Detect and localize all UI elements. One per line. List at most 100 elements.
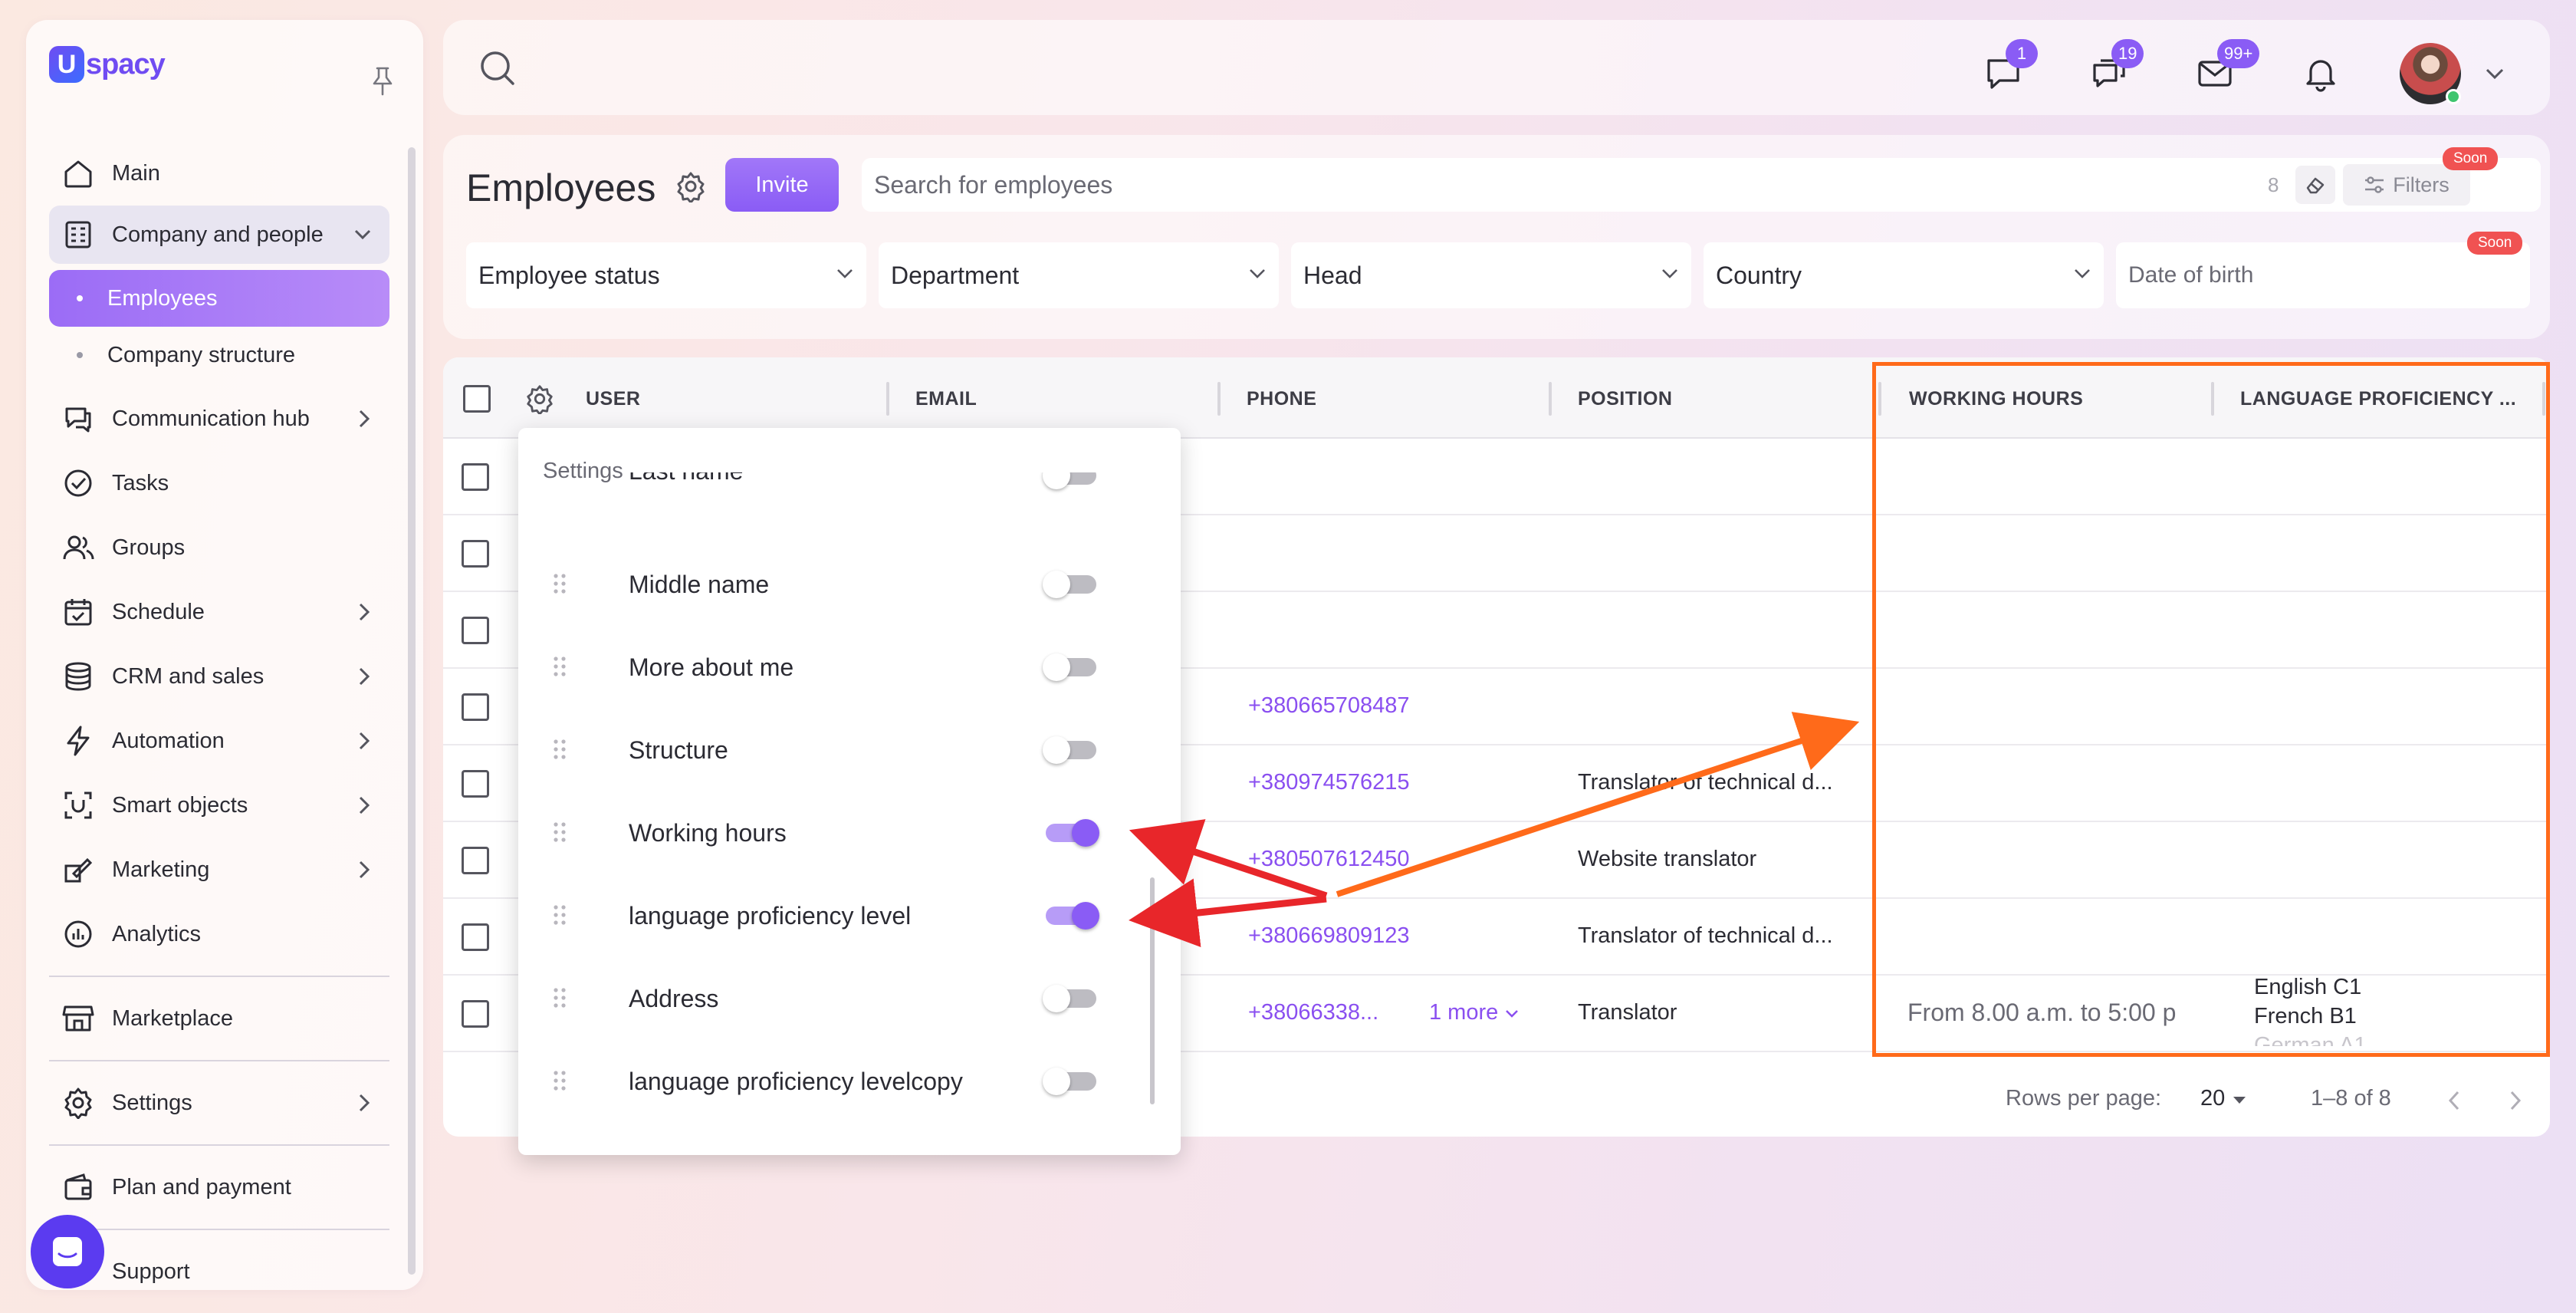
toggle-switch[interactable]: [1046, 902, 1099, 930]
search-icon[interactable]: [477, 48, 518, 89]
setting-row-partial[interactable]: Last name: [518, 472, 1181, 503]
row-checkbox[interactable]: [462, 693, 489, 721]
sidebar-item-company-and-people[interactable]: Company and people: [49, 206, 389, 264]
mail-button[interactable]: 99+: [2196, 39, 2260, 93]
comments-button[interactable]: 19: [2090, 39, 2144, 93]
sidebar-item-plan-and-payment[interactable]: Plan and payment: [49, 1155, 389, 1219]
column-resizer[interactable]: [1549, 382, 1552, 416]
chevron-down-icon: [1506, 1010, 1519, 1018]
column-resizer[interactable]: [886, 382, 889, 416]
drag-handle-icon[interactable]: [552, 738, 567, 761]
phone-cell[interactable]: +380669809123: [1248, 923, 1409, 949]
popover-scrollbar[interactable]: [1150, 877, 1155, 1104]
row-checkbox[interactable]: [462, 1000, 489, 1028]
toggle-switch[interactable]: [1043, 472, 1096, 489]
row-checkbox[interactable]: [462, 770, 489, 798]
column-header-phone[interactable]: PHONE: [1247, 388, 1316, 410]
drag-handle-icon[interactable]: [552, 655, 567, 678]
toggle-knob: [1043, 571, 1070, 598]
gear-icon[interactable]: [675, 170, 707, 202]
setting-row-more-about-me[interactable]: More about me: [518, 626, 1181, 709]
column-header-email[interactable]: EMAIL: [915, 388, 977, 410]
row-checkbox[interactable]: [462, 847, 489, 874]
column-header-working-hours[interactable]: WORKING HOURS: [1909, 388, 2083, 410]
row-checkbox[interactable]: [462, 617, 489, 644]
rows-per-page-select[interactable]: 20: [2200, 1086, 2248, 1111]
chevron-left-icon[interactable]: [2446, 1089, 2463, 1112]
drag-handle-icon[interactable]: [552, 821, 567, 844]
drag-handle-icon[interactable]: [552, 572, 567, 595]
sidebar-item-communication-hub[interactable]: Communication hub: [49, 387, 389, 451]
setting-label: Middle name: [629, 571, 770, 598]
chat-widget-button[interactable]: [31, 1215, 104, 1288]
column-resizer[interactable]: [2542, 382, 2545, 416]
logo-text: spacy: [86, 48, 166, 81]
drag-handle-icon[interactable]: [552, 1069, 567, 1092]
invite-button[interactable]: Invite: [725, 158, 839, 212]
column-resizer[interactable]: [1217, 382, 1221, 416]
setting-row-address[interactable]: Address: [518, 957, 1181, 1040]
head-select[interactable]: Head: [1291, 242, 1691, 308]
row-checkbox[interactable]: [462, 923, 489, 951]
select-all-checkbox[interactable]: [463, 385, 491, 413]
sidebar-item-tasks[interactable]: Tasks: [49, 451, 389, 515]
sidebar-item-groups[interactable]: Groups: [49, 515, 389, 580]
setting-row-language-proficiency-level[interactable]: language proficiency level: [518, 874, 1181, 957]
column-header-user[interactable]: USER: [586, 388, 640, 410]
row-checkbox[interactable]: [462, 540, 489, 568]
chevron-down-icon[interactable]: [2484, 66, 2505, 81]
toggle-switch[interactable]: [1043, 985, 1096, 1012]
toggle-switch[interactable]: [1046, 819, 1099, 847]
phone-cell[interactable]: +38066338...: [1248, 1000, 1378, 1025]
top-bar: 1 19 99+: [443, 20, 2550, 115]
column-header-position[interactable]: POSITION: [1578, 388, 1672, 410]
sidebar-item-crm-and-sales[interactable]: CRM and sales: [49, 644, 389, 709]
phone-cell[interactable]: +380665708487: [1248, 693, 1409, 719]
toggle-switch[interactable]: [1043, 736, 1096, 764]
phone-cell[interactable]: +380974576215: [1248, 770, 1409, 795]
sidebar-subitem-employees[interactable]: Employees: [49, 270, 389, 327]
column-settings-gear-icon[interactable]: [524, 383, 555, 414]
date-of-birth-input[interactable]: Date of birth Soon: [2116, 232, 2530, 308]
logo[interactable]: U spacy: [49, 46, 166, 83]
toggle-switch[interactable]: [1043, 653, 1096, 681]
column-resizer[interactable]: [2211, 382, 2214, 416]
toggle-switch[interactable]: [1043, 1068, 1096, 1095]
phone-cell[interactable]: +380507612450: [1248, 847, 1409, 872]
setting-row-middle-name[interactable]: Middle name: [518, 543, 1181, 626]
drag-handle-icon[interactable]: [552, 903, 567, 926]
column-header-language-proficiency[interactable]: LANGUAGE PROFICIENCY ...: [2240, 388, 2516, 410]
user-avatar[interactable]: [2400, 43, 2461, 104]
row-checkbox[interactable]: [462, 463, 489, 491]
employee-status-select[interactable]: Employee status: [466, 242, 866, 308]
drag-handle-icon[interactable]: [552, 986, 567, 1009]
notifications-button[interactable]: [2302, 54, 2340, 93]
sidebar-item-schedule[interactable]: Schedule: [49, 580, 389, 644]
sidebar-subitem-company-structure[interactable]: Company structure: [49, 327, 389, 383]
sidebar-item-smart-objects[interactable]: Smart objects: [49, 773, 389, 837]
sidebar-item-main[interactable]: Main: [49, 141, 389, 206]
employee-search-input[interactable]: [874, 158, 2177, 212]
chevron-right-icon[interactable]: [2507, 1089, 2524, 1112]
chevron-down-icon: [354, 229, 371, 240]
sidebar-item-marketplace[interactable]: Marketplace: [49, 986, 389, 1051]
sidebar-item-analytics[interactable]: Analytics: [49, 902, 389, 966]
chat-button[interactable]: 1: [1984, 39, 2038, 93]
setting-row-language-proficiency-levelcopy[interactable]: language proficiency levelcopy: [518, 1040, 1181, 1123]
column-resizer[interactable]: [1878, 382, 1881, 416]
sidebar-item-settings[interactable]: Settings: [49, 1071, 389, 1135]
clear-search-button[interactable]: [2295, 166, 2335, 204]
more-phones-link[interactable]: 1 more: [1429, 1000, 1520, 1025]
sidebar-item-automation[interactable]: Automation: [49, 709, 389, 773]
setting-row-working-hours[interactable]: Working hours: [518, 791, 1181, 874]
country-select[interactable]: Country: [1704, 242, 2104, 308]
pin-icon[interactable]: [370, 66, 396, 97]
filters-button[interactable]: Filters: [2343, 164, 2470, 206]
smart-objects-icon: [60, 787, 97, 824]
department-select[interactable]: Department: [879, 242, 1279, 308]
sidebar-item-label: Support: [112, 1259, 190, 1284]
setting-row-structure[interactable]: Structure: [518, 709, 1181, 791]
toggle-switch[interactable]: [1043, 571, 1096, 598]
sidebar-item-marketing[interactable]: Marketing: [49, 837, 389, 902]
sidebar-scrollbar[interactable]: [408, 147, 416, 1275]
